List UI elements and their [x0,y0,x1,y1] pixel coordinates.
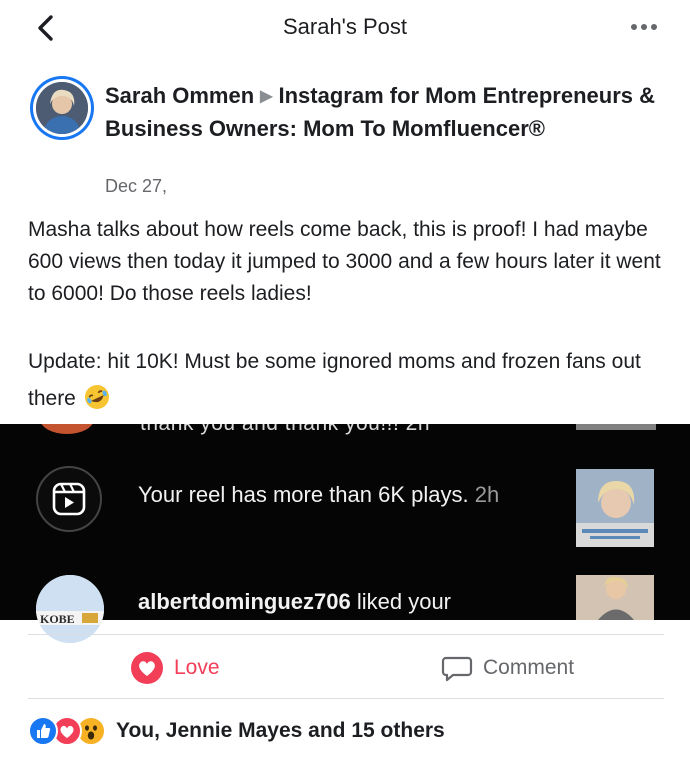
reel-icon [36,466,102,532]
liked-post-thumbnail [576,575,654,620]
rolling-laughing-emoji-icon [84,385,109,409]
comment-button[interactable]: Comment [441,650,574,686]
liker-avatar: KOBE [36,575,104,643]
post-update: Update: hit 10K! Must be some ignored mo… [28,343,668,417]
post-header: Sarah Ommen ▶ Instagram for Mom Entreprene… [105,80,665,145]
notification-time: 2h [474,482,500,507]
like-reaction-icon [28,716,58,746]
post-date[interactable]: Dec 27, [105,176,167,197]
divider [28,634,664,635]
post-update-text: Update: hit 10K! Must be some ignored mo… [28,350,641,410]
liker-username: albertdominguez706 [138,589,351,614]
partial-avatar [40,424,94,434]
partial-notification-text: thank you and thank you!!! 2h [140,424,430,436]
divider [28,698,664,699]
reactions-summary[interactable]: You, Jennie Mayes and 15 others [28,715,445,747]
post-body: Masha talks about how reels come back, t… [28,214,668,310]
like-notification-text: liked your [356,589,451,614]
post-body-text: Masha talks about how reels come back, t… [28,218,661,305]
love-reaction-icon [131,652,163,684]
author-name[interactable]: Sarah Ommen [105,83,254,108]
triangle-right-icon: ▶ [260,88,273,105]
reel-plays-notification: Your reel has more than 6K plays. 2h [138,480,538,510]
author-avatar[interactable] [30,76,94,140]
avatar-kobe-text: KOBE [40,612,75,626]
more-options-icon[interactable] [626,14,662,40]
reel-thumbnail [576,469,654,547]
comment-bubble-icon [441,656,473,682]
love-button[interactable]: Love [130,650,220,686]
reaction-icons [28,716,106,746]
comment-label: Comment [483,656,575,679]
love-label: Love [174,656,220,679]
top-bar: Sarah's Post [0,0,690,56]
profile-photo [36,82,88,134]
notification-text: Your reel has more than 6K plays. [138,482,469,507]
page-title: Sarah's Post [282,14,408,39]
partial-thumbnail [576,424,656,430]
like-notification: albertdominguez706 liked your [138,589,451,615]
reactions-summary-text: You, Jennie Mayes and 15 others [116,719,445,742]
